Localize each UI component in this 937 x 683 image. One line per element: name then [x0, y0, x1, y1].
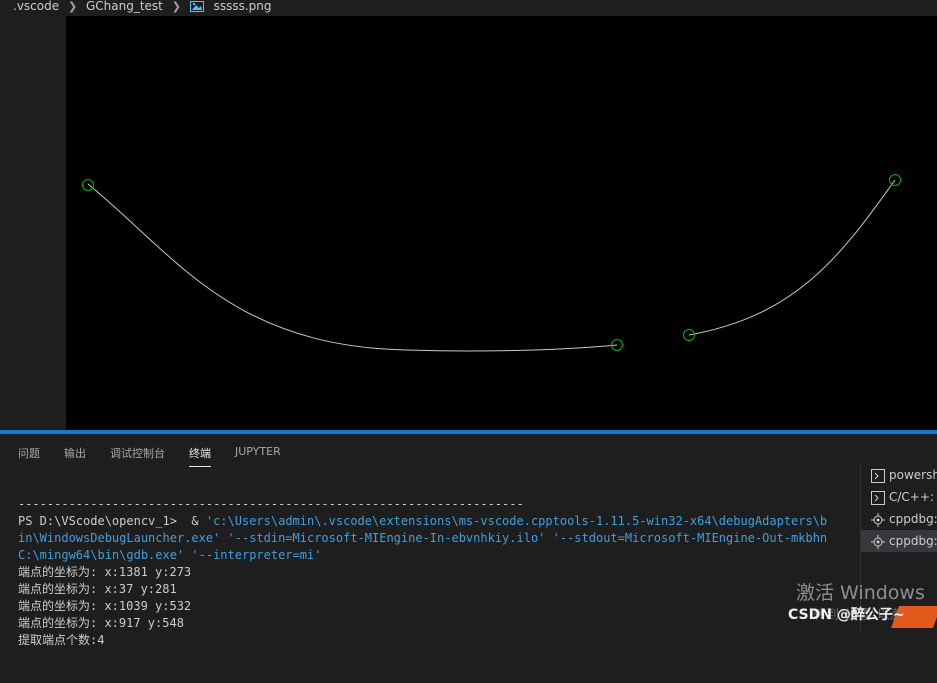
terminal-list-item[interactable]: powersh: [861, 464, 937, 486]
tab-terminal[interactable]: 终端: [189, 445, 211, 467]
tab-jupyter[interactable]: JUPYTER: [235, 445, 281, 458]
csdn-watermark: CSDN @醉公子~: [788, 607, 905, 623]
terminal-output-line: 提取端点个数:4: [18, 633, 105, 647]
tab-problems[interactable]: 问题: [18, 445, 40, 461]
tab-output[interactable]: 输出: [64, 445, 86, 461]
terminal-command-cont: C:\mingw64\bin\gdb.exe' '--interpreter=m…: [18, 548, 322, 562]
chevron-right-icon: ❯: [67, 0, 78, 13]
terminal-list-item[interactable]: C/C++: g: [861, 486, 937, 508]
terminal-divider: ----------------------------------------…: [18, 497, 524, 511]
terminal-prompt: PS D:\VScode\opencv_1> &: [18, 514, 206, 528]
tab-debug-console[interactable]: 调试控制台: [110, 445, 165, 461]
breadcrumb-item-vscode[interactable]: .vscode: [0, 0, 59, 13]
image-file-icon: [189, 1, 204, 12]
endpoint-marker: [82, 179, 94, 191]
curve-image: [82, 174, 901, 352]
breadcrumb: .vscode ❯ GChang_test ❯ sssss.png: [0, 0, 937, 15]
terminal-output-line: 端点的坐标为: x:1039 y:532: [18, 599, 192, 613]
terminal-list-label: powersh: [889, 468, 937, 482]
debug-gear-icon: [871, 512, 885, 527]
terminal-output-line: 端点的坐标为: x:917 y:548: [18, 616, 184, 630]
left-curve: [87, 183, 618, 352]
right-curve: [688, 179, 896, 336]
image-preview: [66, 16, 937, 430]
terminal-output[interactable]: ----------------------------------------…: [18, 479, 858, 683]
terminal-output-line: 端点的坐标为: x:37 y:281: [18, 582, 177, 596]
breadcrumb-item-folder[interactable]: GChang_test: [86, 0, 163, 13]
activation-watermark: 激活 Windows: [796, 582, 925, 604]
debug-gear-icon: [871, 534, 885, 549]
terminal-list-label: cppdbg:: [889, 512, 937, 526]
terminal-icon: [871, 490, 885, 505]
chevron-right-icon: ❯: [171, 0, 181, 13]
terminal-list-item-selected[interactable]: cppdbg:: [861, 530, 937, 552]
image-preview-editor: [0, 15, 937, 430]
terminal-command-line: PS D:\VScode\opencv_1> & 'c:\Users\admin…: [18, 513, 858, 530]
panel-tabs: 问题 输出 调试控制台 终端 JUPYTER: [0, 434, 860, 468]
terminal-list-item[interactable]: cppdbg:: [861, 508, 937, 530]
terminal-command: 'c:\Users\admin\.vscode\extensions\ms-vs…: [205, 514, 828, 528]
breadcrumb-item-file[interactable]: sssss.png: [214, 0, 272, 13]
terminal-command-cont: in\WindowsDebugLauncher.exe' '--stdin=Mi…: [18, 531, 828, 545]
terminal-list-label: C/C++: g: [889, 490, 937, 504]
terminal-output-line: 端点的坐标为: x:1381 y:273: [18, 565, 192, 579]
terminal-list-label: cppdbg:: [889, 534, 937, 548]
terminal-icon: [871, 468, 885, 483]
